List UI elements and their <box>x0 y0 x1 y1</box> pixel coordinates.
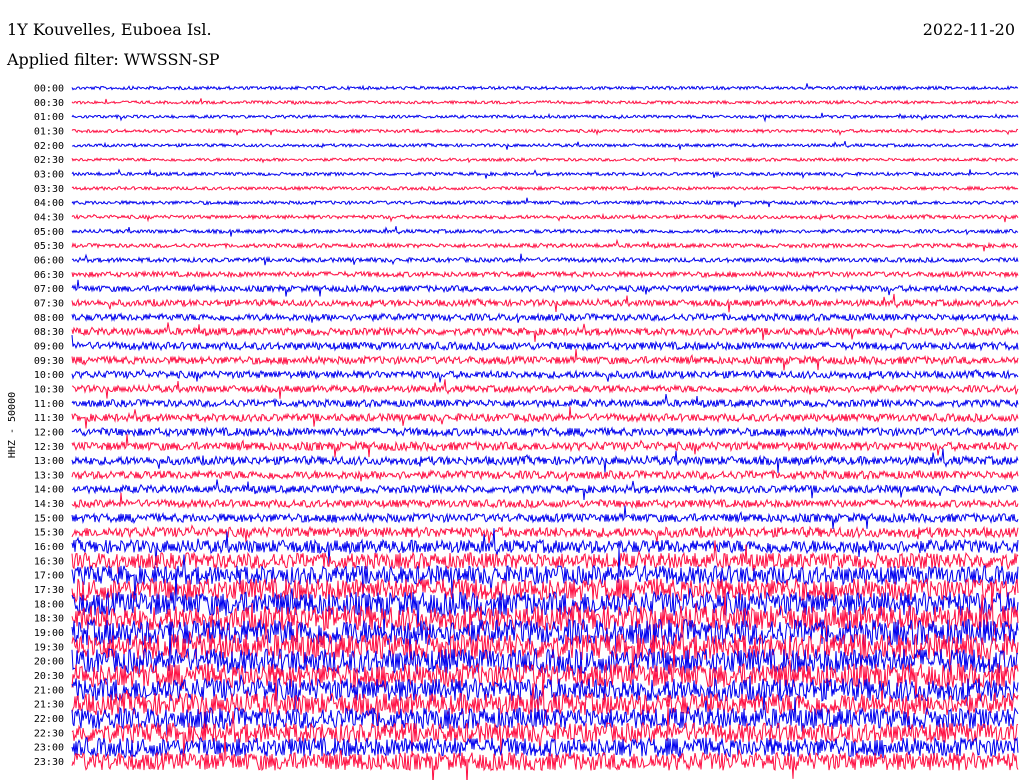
row-time-label: 15:00 <box>34 513 64 524</box>
trace-line-0100 <box>71 112 1019 123</box>
trace-line-0530 <box>71 238 1019 252</box>
row-time-label: 10:00 <box>34 370 64 381</box>
row-time-label: 01:00 <box>34 112 64 123</box>
trace-line-1100 <box>71 394 1019 409</box>
trace-line-0130 <box>71 127 1019 136</box>
row-time-label: 21:00 <box>34 685 64 696</box>
row-time-label: 09:30 <box>34 356 64 367</box>
trace-line-0200 <box>71 140 1019 150</box>
row-time-label: 08:30 <box>34 327 64 338</box>
trace-line-1200 <box>71 426 1019 438</box>
row-time-label: 02:00 <box>34 141 64 152</box>
row-time-label: 17:30 <box>34 585 64 596</box>
row-time-label: 07:00 <box>34 284 64 295</box>
trace-line-1330 <box>71 468 1019 482</box>
row-time-label: 10:30 <box>34 384 64 395</box>
helicorder-plot: 00:00 00:30 01:00 01:30 02:00 02:30 03:00 03:30… <box>7 83 1019 780</box>
row-time-label: 00:30 <box>34 98 64 109</box>
row-time-label: 17:00 <box>34 571 64 582</box>
trace-line-0000 <box>71 83 1019 92</box>
row-time-label: 02:30 <box>34 155 64 166</box>
row-time-label: 01:30 <box>34 126 64 137</box>
row-time-label: 13:30 <box>34 470 64 481</box>
row-time-label: 23:30 <box>34 757 64 768</box>
row-time-label: 06:00 <box>34 255 64 266</box>
trace-line-0730 <box>71 293 1019 313</box>
trace-line-1130 <box>71 406 1019 429</box>
row-time-label: 22:30 <box>34 728 64 739</box>
row-time-label: 14:00 <box>34 485 64 496</box>
trace-line-0330 <box>71 185 1019 192</box>
trace-line-1500 <box>71 505 1019 529</box>
trace-line-0030 <box>71 98 1019 106</box>
row-time-label: 03:00 <box>34 169 64 180</box>
trace-line-0230 <box>71 156 1019 164</box>
trace-line-0300 <box>71 168 1019 180</box>
row-time-label: 20:00 <box>34 657 64 668</box>
trace-line-1400 <box>71 479 1019 501</box>
trace-line-2300 <box>71 736 1019 759</box>
trace-line-0600 <box>71 253 1019 266</box>
row-time-label: 15:30 <box>34 528 64 539</box>
row-time-label: 04:30 <box>34 212 64 223</box>
trace-line-1300 <box>71 448 1019 473</box>
trace-line-0500 <box>71 226 1019 237</box>
row-time-label: 19:30 <box>34 642 64 653</box>
trace-line-1030 <box>71 379 1019 399</box>
trace-line-0400 <box>71 197 1019 208</box>
row-time-label: 20:30 <box>34 671 64 682</box>
trace-line-2100 <box>71 674 1019 715</box>
trace-line-0930 <box>71 349 1019 371</box>
trace-line-0830 <box>71 322 1019 342</box>
row-time-label: 23:00 <box>34 743 64 754</box>
row-time-label: 12:00 <box>34 427 64 438</box>
row-time-label: 16:00 <box>34 542 64 553</box>
row-time-label: 08:00 <box>34 313 64 324</box>
row-time-label: 05:00 <box>34 227 64 238</box>
row-time-label: 21:30 <box>34 700 64 711</box>
row-time-label: 00:00 <box>34 84 64 95</box>
row-time-label: 11:30 <box>34 413 64 424</box>
row-time-label: 22:00 <box>34 714 64 725</box>
row-time-label: 19:00 <box>34 628 64 639</box>
trace-line-1230 <box>71 433 1019 458</box>
trace-line-0700 <box>71 279 1019 297</box>
trace-line-0900 <box>71 335 1019 352</box>
trace-line-0630 <box>71 269 1019 279</box>
trace-line-0800 <box>71 312 1019 323</box>
row-time-label: 04:00 <box>34 198 64 209</box>
row-time-label: 14:30 <box>34 499 64 510</box>
row-time-label: 12:30 <box>34 442 64 453</box>
row-time-label: 09:00 <box>34 341 64 352</box>
trace-line-1530 <box>71 524 1019 544</box>
row-time-label: 13:00 <box>34 456 64 467</box>
row-time-label: 06:30 <box>34 270 64 281</box>
row-time-label: 07:30 <box>34 298 64 309</box>
y-axis-label: HHZ - 50000 <box>7 392 18 458</box>
row-time-label: 11:00 <box>34 399 64 410</box>
row-time-label: 18:30 <box>34 614 64 625</box>
row-time-label: 03:30 <box>34 184 64 195</box>
trace-line-1430 <box>71 492 1019 510</box>
trace-group <box>71 83 1019 780</box>
tick-label-group: 00:00 00:30 01:00 01:30 02:00 02:30 03:00 03:30… <box>34 84 64 769</box>
row-time-label: 18:00 <box>34 599 64 610</box>
trace-line-1730 <box>71 577 1019 604</box>
row-time-label: 16:30 <box>34 556 64 567</box>
trace-line-1000 <box>71 368 1019 383</box>
row-time-label: 05:30 <box>34 241 64 252</box>
trace-line-0430 <box>71 212 1019 223</box>
